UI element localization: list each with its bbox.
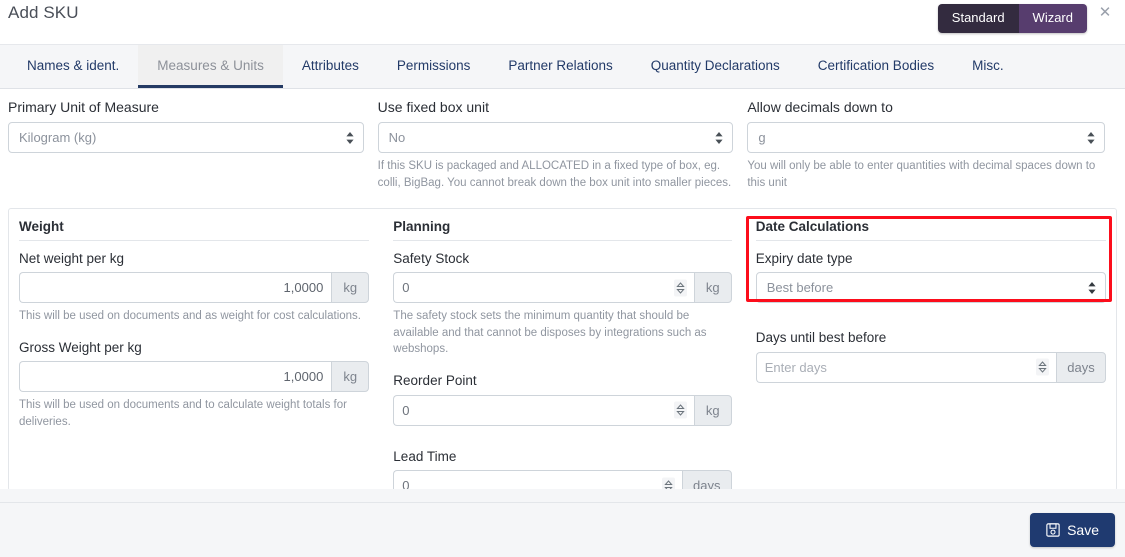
mode-standard-button[interactable]: Standard <box>937 4 1019 33</box>
expiry-date-type-label: Expiry date type <box>755 250 853 266</box>
save-button[interactable]: Save <box>1030 513 1115 547</box>
planning-panel: Planning Safety Stock 0 kg The safety st… <box>381 219 743 502</box>
safety-stock-value: 0 <box>402 280 410 296</box>
expiry-date-type-select-wrap: Best before <box>755 272 1107 304</box>
tab-bar: Names & ident. Measures & Units Attribut… <box>0 45 1125 89</box>
tab-names-ident[interactable]: Names & ident. <box>8 45 138 88</box>
gross-weight-input-group: 1,0000 kg <box>19 361 370 393</box>
save-button-label: Save <box>1067 522 1099 538</box>
tab-quantity-declarations[interactable]: Quantity Declarations <box>632 45 799 88</box>
top-field-row: Primary Unit of Measure Kilogram (kg) Us… <box>0 89 1125 192</box>
net-weight-field: Net weight per kg 1,0000 kg This will be… <box>19 250 370 325</box>
tab-partner-relations[interactable]: Partner Relations <box>489 45 631 88</box>
days-until-best-before-input[interactable]: Enter days <box>755 351 1057 383</box>
net-weight-helper: This will be used on documents and as we… <box>19 310 361 323</box>
gross-weight-unit-addon: kg <box>331 361 370 393</box>
safety-stock-unit-addon: kg <box>693 272 732 304</box>
fixed-box-unit-select-wrap: No <box>377 122 734 154</box>
gross-weight-helper: This will be used on documents and to ca… <box>19 399 347 428</box>
safety-stock-field: Safety Stock 0 kg The safety stock sets … <box>393 250 732 359</box>
allow-decimals-helper: You will only be able to enter quantitie… <box>747 160 1096 189</box>
add-sku-dialog: Add SKU Standard Wizard ✕ Names & ident.… <box>0 0 1125 557</box>
safety-stock-input[interactable]: 0 <box>393 272 694 304</box>
net-weight-input[interactable]: 1,0000 <box>19 272 332 304</box>
mode-toggle-group: Standard Wizard <box>937 4 1087 33</box>
days-until-best-before-unit-addon: days <box>1056 351 1107 383</box>
page-title: Add SKU <box>8 3 79 22</box>
dialog-header: Add SKU Standard Wizard ✕ <box>0 0 1125 45</box>
expiry-date-type-field: Expiry date type Best before <box>755 250 1107 304</box>
safety-stock-input-group: 0 kg <box>393 272 732 304</box>
mode-wizard-button[interactable]: Wizard <box>1018 4 1087 33</box>
tab-misc[interactable]: Misc. <box>953 45 1023 88</box>
allow-decimals-label: Allow decimals down to <box>747 99 893 115</box>
fixed-box-unit-helper: If this SKU is packaged and ALLOCATED in… <box>377 160 732 189</box>
background-filler <box>0 489 1125 502</box>
save-floppy-icon <box>1046 523 1060 537</box>
reorder-point-label: Reorder Point <box>393 373 477 389</box>
number-stepper-icon[interactable] <box>1036 358 1050 376</box>
allow-decimals-group: Allow decimals down to g You will only b… <box>747 98 1117 192</box>
weight-panel: Weight Net weight per kg 1,0000 kg This … <box>19 219 381 490</box>
safety-stock-label: Safety Stock <box>393 250 470 266</box>
date-calculations-panel: Date Calculations Expiry date type Best … <box>744 219 1107 490</box>
reorder-point-value: 0 <box>402 402 410 418</box>
primary-unit-label: Primary Unit of Measure <box>8 99 159 115</box>
days-until-best-before-placeholder: Enter days <box>764 359 827 375</box>
days-until-best-before-label: Days until best before <box>755 330 887 346</box>
net-weight-unit-addon: kg <box>331 272 370 304</box>
fixed-box-unit-label: Use fixed box unit <box>377 99 489 115</box>
primary-unit-select[interactable]: Kilogram (kg) <box>8 122 364 154</box>
primary-unit-select-wrap: Kilogram (kg) <box>8 122 364 154</box>
fixed-box-unit-group: Use fixed box unit No If this SKU is pac… <box>377 98 746 192</box>
reorder-point-input-group: 0 kg <box>393 394 732 426</box>
gross-weight-input[interactable]: 1,0000 <box>19 361 332 393</box>
gross-weight-field: Gross Weight per kg 1,0000 kg This will … <box>19 339 370 431</box>
allow-decimals-select[interactable]: g <box>747 122 1105 154</box>
days-until-best-before-input-group: Enter days days <box>755 351 1107 383</box>
tab-measures-units[interactable]: Measures & Units <box>138 45 283 88</box>
lead-time-label: Lead Time <box>393 448 457 464</box>
gross-weight-label: Gross Weight per kg <box>19 339 142 355</box>
close-icon[interactable]: ✕ <box>1096 4 1114 22</box>
reorder-point-unit-addon: kg <box>693 394 732 426</box>
tab-certification-bodies[interactable]: Certification Bodies <box>799 45 953 88</box>
dialog-footer: Save <box>0 502 1125 557</box>
days-until-best-before-field: Days until best before Enter days days <box>755 329 1107 383</box>
allow-decimals-select-wrap: g <box>747 122 1105 154</box>
tab-attributes[interactable]: Attributes <box>283 45 378 88</box>
weight-panel-title: Weight <box>19 219 370 241</box>
fixed-box-unit-select[interactable]: No <box>377 122 734 154</box>
measures-units-card: Weight Net weight per kg 1,0000 kg This … <box>8 207 1117 502</box>
expiry-date-type-select[interactable]: Best before <box>755 272 1107 304</box>
tab-permissions[interactable]: Permissions <box>378 45 490 88</box>
reorder-point-input[interactable]: 0 <box>393 394 694 426</box>
planning-panel-title: Planning <box>393 219 732 241</box>
date-calculations-panel-title: Date Calculations <box>755 219 1107 241</box>
number-stepper-icon[interactable] <box>673 401 687 419</box>
safety-stock-helper: The safety stock sets the minimum quanti… <box>393 310 707 356</box>
number-stepper-icon[interactable] <box>673 279 687 297</box>
net-weight-input-group: 1,0000 kg <box>19 272 370 304</box>
reorder-point-field: Reorder Point 0 kg <box>393 372 732 426</box>
net-weight-label: Net weight per kg <box>19 250 125 266</box>
primary-unit-group: Primary Unit of Measure Kilogram (kg) <box>8 98 376 192</box>
